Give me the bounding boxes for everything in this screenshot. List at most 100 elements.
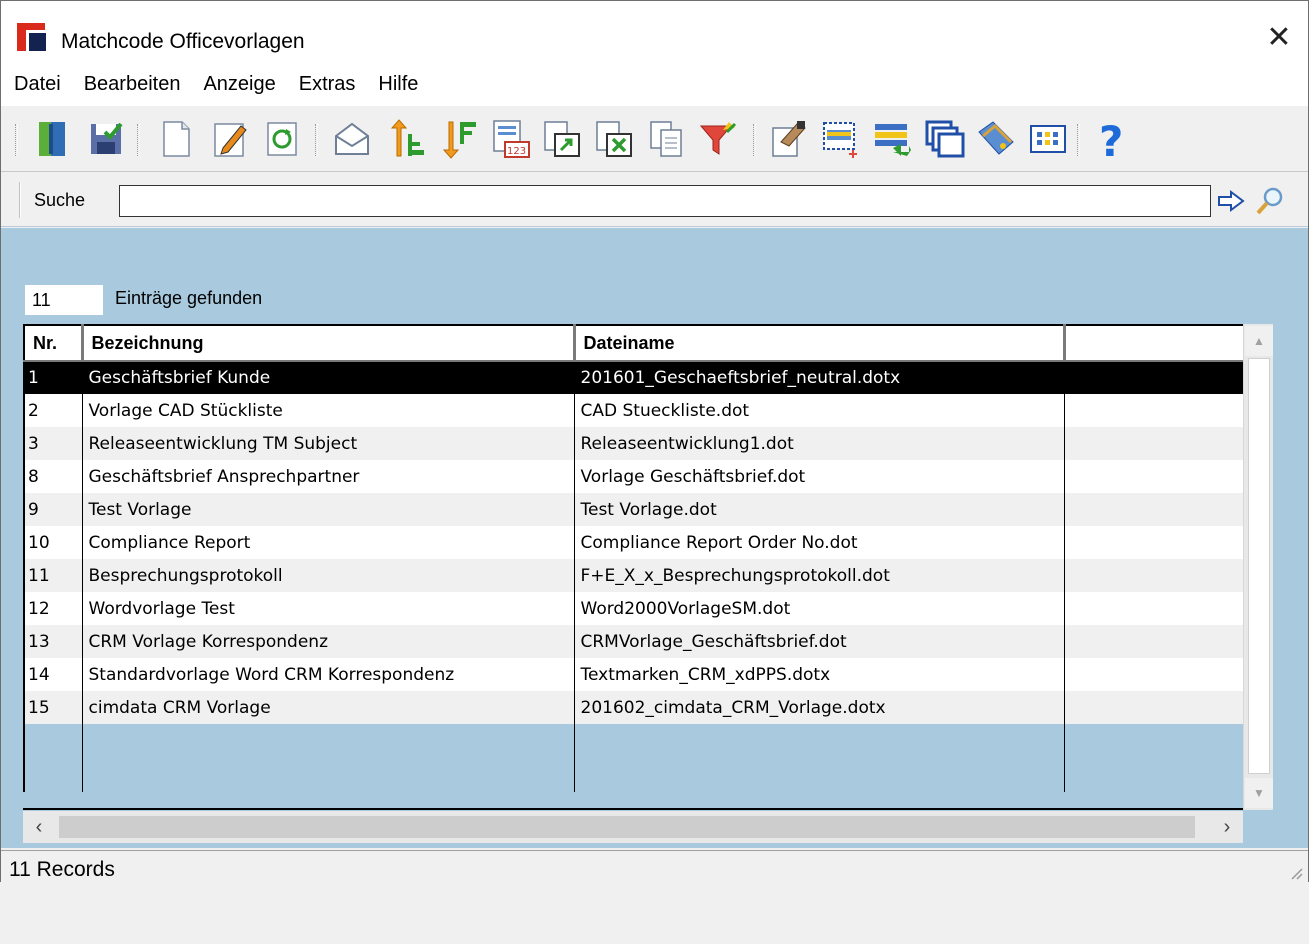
cell-dateiname[interactable]: 201602_cimdata_CRM_Vorlage.dotx — [574, 691, 1065, 724]
cell-bezeichnung[interactable]: Geschäftsbrief Kunde — [82, 361, 575, 394]
vertical-scrollbar[interactable]: ▲ ▼ — [1243, 324, 1273, 810]
cell-bezeichnung[interactable]: Wordvorlage Test — [82, 592, 575, 625]
save-icon[interactable] — [81, 114, 131, 166]
edit-document-icon[interactable] — [205, 114, 255, 166]
copy-icon[interactable] — [641, 114, 691, 166]
help-icon[interactable]: ? — [1087, 114, 1137, 166]
cell-extra[interactable] — [1064, 460, 1245, 493]
cell-dateiname[interactable]: Releaseentwicklung1.dot — [574, 427, 1065, 460]
cell-nr[interactable]: 14 — [23, 658, 83, 691]
table-row[interactable]: 2 Vorlage CAD Stückliste CAD Stueckliste… — [23, 394, 1245, 427]
cell-nr[interactable]: 11 — [23, 559, 83, 592]
scroll-left-icon[interactable]: ‹ — [23, 811, 55, 843]
cell-dateiname[interactable]: Test Vorlage.dot — [574, 493, 1065, 526]
cell-dateiname[interactable]: F+E_X_x_Besprechungsprotokoll.dot — [574, 559, 1065, 592]
cell-dateiname[interactable]: Textmarken_CRM_xdPPS.dotx — [574, 658, 1065, 691]
cell-dateiname[interactable]: Compliance Report Order No.dot — [574, 526, 1065, 559]
cell-dateiname[interactable]: Vorlage Geschäftsbrief.dot — [574, 460, 1065, 493]
cell-nr[interactable]: 15 — [23, 691, 83, 724]
scroll-up-icon[interactable]: ▲ — [1245, 326, 1273, 356]
tag-icon[interactable] — [971, 114, 1021, 166]
cell-nr[interactable]: 9 — [23, 493, 83, 526]
excel-export-icon[interactable] — [589, 114, 639, 166]
cell-extra[interactable] — [1064, 493, 1245, 526]
cell-dateiname[interactable]: CAD Stueckliste.dot — [574, 394, 1065, 427]
cell-bezeichnung[interactable]: Compliance Report — [82, 526, 575, 559]
cell-extra[interactable] — [1064, 394, 1245, 427]
table-row[interactable]: 10 Compliance Report Compliance Report O… — [23, 526, 1245, 559]
menu-anzeige[interactable]: Anzeige — [203, 69, 275, 100]
cell-extra[interactable] — [1064, 361, 1245, 394]
resize-grip-icon[interactable] — [1288, 865, 1304, 881]
cell-nr[interactable]: 12 — [23, 592, 83, 625]
cell-nr[interactable]: 1 — [23, 361, 83, 394]
cell-nr[interactable]: 8 — [23, 460, 83, 493]
grid-border — [23, 808, 1243, 810]
toolbar-separator — [753, 124, 756, 156]
menu-datei[interactable]: Datei — [14, 69, 61, 100]
cell-dateiname[interactable]: CRMVorlage_Geschäftsbrief.dot — [574, 625, 1065, 658]
table-row[interactable]: 3 Releaseentwicklung TM Subject Releasee… — [23, 427, 1245, 460]
cell-bezeichnung[interactable]: Besprechungsprotokoll — [82, 559, 575, 592]
sort-ascending-icon[interactable] — [381, 114, 431, 166]
new-document-icon[interactable] — [151, 114, 201, 166]
table-row[interactable]: 11 Besprechungsprotokoll F+E_X_x_Besprec… — [23, 559, 1245, 592]
horizontal-scrollbar[interactable]: ‹ › — [23, 811, 1243, 843]
report-123-icon[interactable]: 123 — [485, 114, 535, 166]
exit-door-icon[interactable] — [27, 114, 77, 166]
table-row[interactable]: 1 Geschäftsbrief Kunde 201601_Geschaefts… — [23, 361, 1245, 394]
table-row[interactable]: 8 Geschäftsbrief Ansprechpartner Vorlage… — [23, 460, 1245, 493]
menu-hilfe[interactable]: Hilfe — [378, 69, 418, 100]
cell-nr[interactable]: 13 — [23, 625, 83, 658]
sort-descending-icon[interactable] — [433, 114, 483, 166]
column-header-dateiname[interactable]: Dateiname — [574, 324, 1066, 362]
scroll-right-icon[interactable]: › — [1211, 811, 1243, 843]
cell-dateiname[interactable]: Word2000VorlageSM.dot — [574, 592, 1065, 625]
vertical-scroll-thumb[interactable] — [1248, 358, 1270, 774]
cell-bezeichnung[interactable]: cimdata CRM Vorlage — [82, 691, 575, 724]
transfer-icon[interactable] — [867, 114, 917, 166]
table-row[interactable]: 15 cimdata CRM Vorlage 201602_cimdata_CR… — [23, 691, 1245, 724]
cell-bezeichnung[interactable]: Releaseentwicklung TM Subject — [82, 427, 575, 460]
cell-bezeichnung[interactable]: Test Vorlage — [82, 493, 575, 526]
filter-icon[interactable] — [693, 114, 743, 166]
export-icon[interactable] — [537, 114, 587, 166]
cell-nr[interactable]: 2 — [23, 394, 83, 427]
horizontal-scroll-thumb[interactable] — [59, 816, 1195, 838]
go-arrow-icon[interactable] — [1217, 190, 1245, 212]
results-count: 11 — [25, 285, 103, 315]
cell-nr[interactable]: 3 — [23, 427, 83, 460]
cell-bezeichnung[interactable]: Vorlage CAD Stückliste — [82, 394, 575, 427]
refresh-icon[interactable] — [257, 114, 307, 166]
table-row[interactable]: 14 Standardvorlage Word CRM Korresponden… — [23, 658, 1245, 691]
cell-bezeichnung[interactable]: Geschäftsbrief Ansprechpartner — [82, 460, 575, 493]
table-row[interactable]: 9 Test Vorlage Test Vorlage.dot — [23, 493, 1245, 526]
close-button[interactable]: ✕ — [1262, 21, 1296, 55]
cell-extra[interactable] — [1064, 625, 1245, 658]
table-row[interactable]: 12 Wordvorlage Test Word2000VorlageSM.do… — [23, 592, 1245, 625]
cell-extra[interactable] — [1064, 526, 1245, 559]
email-icon[interactable] — [327, 114, 377, 166]
cell-extra[interactable] — [1064, 592, 1245, 625]
cell-bezeichnung[interactable]: Standardvorlage Word CRM Korrespondenz — [82, 658, 575, 691]
cell-extra[interactable] — [1064, 427, 1245, 460]
column-header-bezeichnung[interactable]: Bezeichnung — [82, 324, 576, 362]
table-row[interactable]: 13 CRM Vorlage Korrespondenz CRMVorlage_… — [23, 625, 1245, 658]
cell-bezeichnung[interactable]: CRM Vorlage Korrespondenz — [82, 625, 575, 658]
properties-icon[interactable] — [763, 114, 813, 166]
cell-extra[interactable] — [1064, 658, 1245, 691]
cell-nr[interactable]: 10 — [23, 526, 83, 559]
search-icon[interactable] — [1255, 186, 1285, 216]
cell-extra[interactable] — [1064, 691, 1245, 724]
cell-dateiname[interactable]: 201601_Geschaeftsbrief_neutral.dotx — [574, 361, 1065, 394]
search-input[interactable] — [119, 185, 1211, 217]
new-selection-icon[interactable] — [815, 114, 865, 166]
menu-extras[interactable]: Extras — [299, 69, 356, 100]
scroll-down-icon[interactable]: ▼ — [1245, 778, 1273, 808]
column-header-empty[interactable] — [1064, 324, 1246, 362]
windows-icon[interactable] — [919, 114, 969, 166]
columns-icon[interactable] — [1023, 114, 1073, 166]
menu-bearbeiten[interactable]: Bearbeiten — [84, 69, 181, 100]
cell-extra[interactable] — [1064, 559, 1245, 592]
column-header-nr[interactable]: Nr. — [23, 324, 84, 362]
